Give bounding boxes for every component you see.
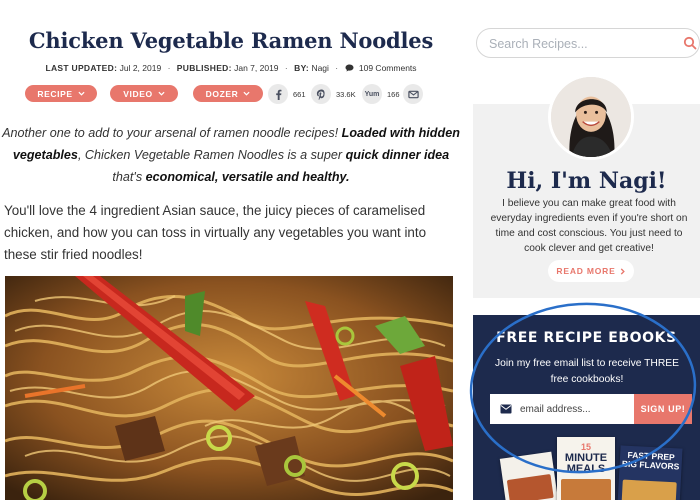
yummly-share: Yum 166 [362, 84, 400, 104]
about-text: I believe you can make great food with e… [490, 198, 688, 254]
email-share [403, 84, 423, 104]
author-avatar [548, 74, 634, 160]
post-title: Chicken Vegetable Ramen Noodles [28, 28, 434, 53]
read-more-label: READ MORE [556, 266, 616, 276]
recipe-hero-image [5, 276, 453, 500]
main-content: Chicken Vegetable Ramen Noodles LAST UPD… [0, 0, 462, 500]
author-link[interactable]: Nagi [311, 63, 328, 73]
pinterest-share: 33.6K [311, 84, 356, 104]
ebooks-signup-panel: FREE RECIPE EBOOKS Join my free email li… [473, 315, 700, 500]
yummly-share-button[interactable]: Yum [362, 84, 382, 104]
mail-icon [407, 90, 419, 98]
ebook-cover-title: MINUTE MEALS [564, 452, 608, 475]
dozer-button-label: DOZER [205, 88, 239, 99]
email-field-wrapper [490, 394, 634, 424]
recipe-button-label: RECIPE [37, 88, 73, 99]
intro-paragraph: Another one to add to your arsenal of ra… [0, 122, 462, 188]
read-more-button[interactable]: READ MORE [548, 260, 634, 282]
ebook-cover-1 [499, 451, 559, 500]
ebook-covers: 15 MINUTE MEALS FAST PREP BIG FLAVORS [499, 437, 693, 500]
jump-to-video-button[interactable]: VIDEO [110, 85, 178, 102]
meta-separator: · [335, 63, 339, 73]
comment-icon [345, 64, 354, 72]
published-label: PUBLISHED: [176, 63, 232, 73]
intro-text: that's [112, 170, 146, 184]
ebook-cover-3: FAST PREP BIG FLAVORS [617, 445, 683, 500]
author-photo [551, 77, 631, 157]
noodle-photo [5, 276, 453, 500]
sidebar: Hi, I'm Nagi! I believe you can make gre… [473, 0, 700, 500]
ebook-cover-image [621, 479, 677, 500]
pinterest-count: 33.6K [336, 89, 356, 99]
about-author-card: Hi, I'm Nagi! I believe you can make gre… [473, 74, 700, 298]
intro-text: Another one to add to your arsenal of ra… [2, 126, 342, 140]
intro-highlight: quick dinner idea [345, 148, 450, 162]
by-label: BY: [294, 63, 310, 73]
comments-link[interactable]: 109 Comments [359, 63, 417, 73]
email-share-button[interactable] [403, 84, 423, 104]
intro-text: , Chicken Vegetable Ramen Noodles is a s… [77, 148, 346, 162]
published-date: Jan 7, 2019 [234, 63, 279, 73]
updated-label: LAST UPDATED: [45, 63, 118, 73]
pinterest-icon [316, 89, 325, 100]
body-paragraph: You'll love the 4 ingredient Asian sauce… [4, 203, 427, 262]
jump-to-dozer-button[interactable]: DOZER [193, 85, 263, 102]
search-box [476, 28, 700, 58]
facebook-icon [275, 89, 281, 100]
signup-button[interactable]: SIGN UP! [634, 394, 692, 424]
mail-icon [500, 404, 512, 414]
chevron-down-icon [243, 91, 250, 96]
ebooks-heading: FREE RECIPE EBOOKS [496, 330, 677, 346]
ebook-cover-title: FAST PREP BIG FLAVORS [621, 449, 680, 472]
search-input[interactable] [489, 35, 669, 52]
chevron-down-icon [158, 91, 165, 96]
chevron-right-icon [620, 267, 625, 275]
pinterest-share-button[interactable] [311, 84, 331, 104]
intro-highlight: economical, versatile and healthy. [145, 170, 350, 184]
facebook-share-button[interactable] [268, 84, 288, 104]
chevron-down-icon [78, 91, 85, 96]
about-heading: Hi, I'm Nagi! [506, 168, 667, 194]
meta-separator: · [284, 63, 288, 73]
ebook-cover-image [506, 473, 554, 500]
email-field[interactable] [520, 401, 628, 417]
yummly-count: 166 [387, 89, 400, 99]
ebooks-text: Join my free email list to receive THREE… [494, 358, 680, 385]
ebook-cover-image [561, 479, 611, 500]
facebook-share: 661 [268, 84, 306, 104]
facebook-count: 661 [293, 89, 306, 99]
ebook-cover-2: 15 MINUTE MEALS [557, 437, 615, 500]
video-button-label: VIDEO [123, 88, 153, 99]
post-action-row: RECIPE VIDEO DOZER 661 33.6K Yum 166 [25, 84, 445, 104]
yummly-icon: Yum [364, 90, 380, 98]
search-icon[interactable] [683, 36, 697, 50]
jump-to-recipe-button[interactable]: RECIPE [25, 85, 97, 102]
meta-separator: · [167, 63, 171, 73]
updated-date: Jul 2, 2019 [119, 63, 162, 73]
post-meta: LAST UPDATED: Jul 2, 2019 · PUBLISHED: J… [0, 63, 462, 73]
